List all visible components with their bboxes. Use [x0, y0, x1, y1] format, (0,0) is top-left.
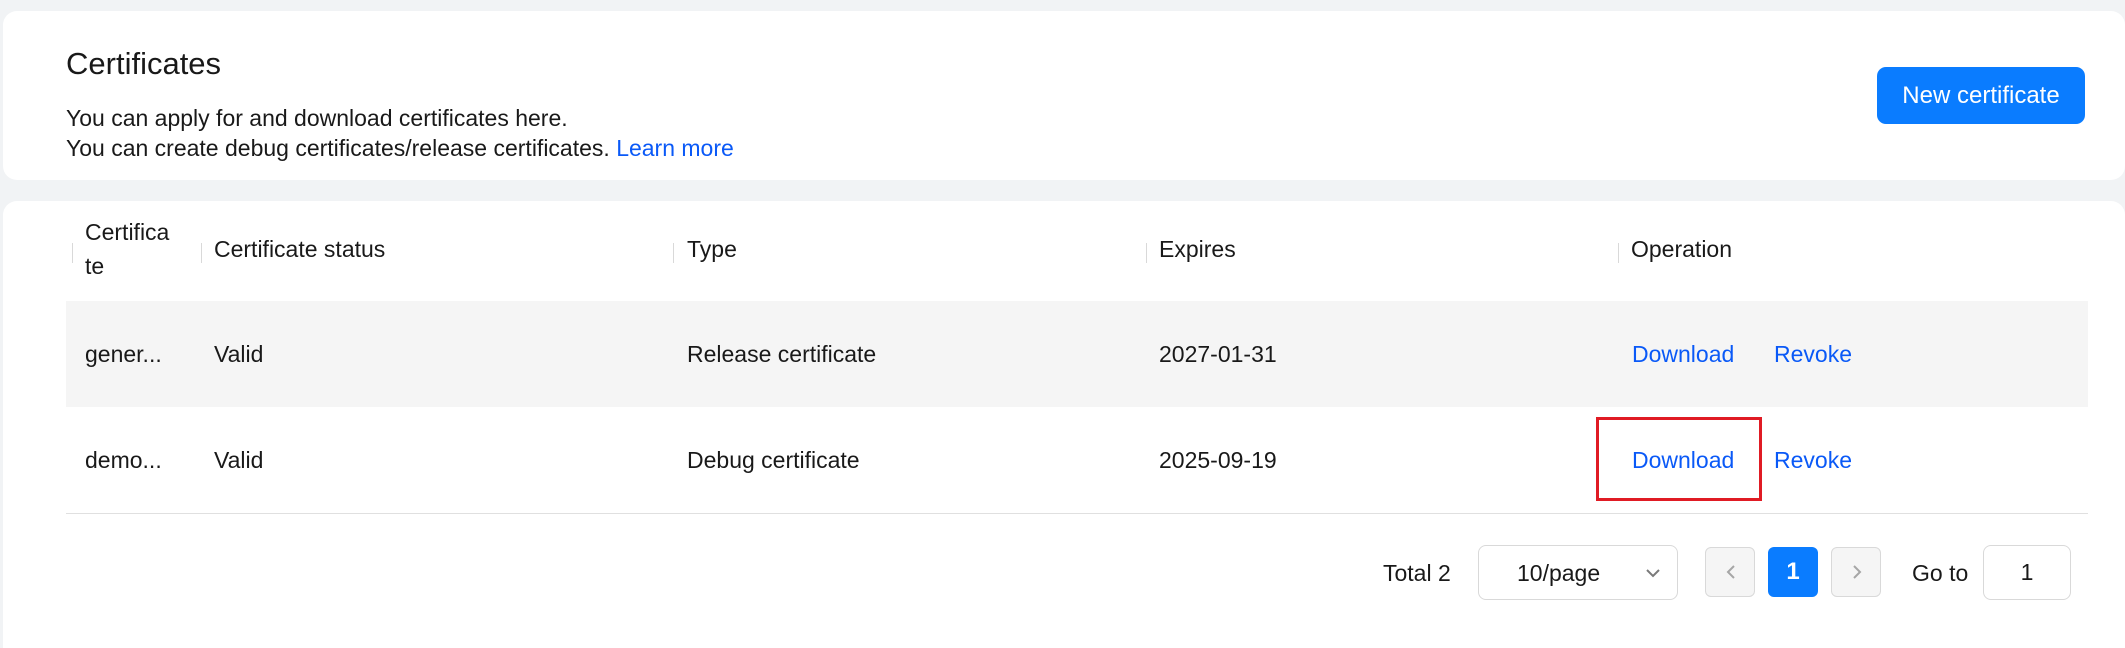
- column-separator: [72, 243, 73, 263]
- chevron-right-icon: [1853, 565, 1862, 579]
- column-header-type: Type: [687, 236, 737, 262]
- table-row: gener... Valid Release certificate 2027-…: [66, 301, 2088, 407]
- next-page-button[interactable]: [1831, 547, 1881, 597]
- goto-page-input[interactable]: [1983, 545, 2071, 600]
- table-row: demo... Valid Debug certificate 2025-09-…: [66, 407, 2088, 514]
- column-separator: [1618, 243, 1619, 263]
- certificate-status: Valid: [214, 447, 264, 473]
- download-link[interactable]: Download: [1632, 407, 1734, 513]
- certificate-type: Release certificate: [687, 341, 877, 367]
- certificate-type: Debug certificate: [687, 447, 860, 473]
- column-header-certificate-line2: te: [85, 253, 105, 279]
- revoke-link[interactable]: Revoke: [1774, 301, 1852, 407]
- header-card: Certificates You can apply for and downl…: [3, 11, 2125, 180]
- certificate-expires: 2027-01-31: [1159, 341, 1277, 367]
- certificate-expires: 2025-09-19: [1159, 447, 1277, 473]
- learn-more-link[interactable]: Learn more: [616, 135, 734, 161]
- column-header-expires: Expires: [1159, 236, 1236, 262]
- column-separator: [1146, 243, 1147, 263]
- chevron-down-icon: [1642, 562, 1664, 584]
- goto-label: Go to: [1912, 560, 1969, 586]
- column-header-certificate: Certifica te: [85, 215, 169, 283]
- column-header-status: Certificate status: [214, 236, 386, 262]
- page-size-value: 10/page: [1517, 560, 1601, 586]
- page-size-select[interactable]: 10/page: [1478, 545, 1678, 600]
- column-header-operation: Operation: [1631, 236, 1733, 262]
- certificate-name: demo...: [85, 447, 162, 473]
- new-certificate-button[interactable]: New certificate: [1877, 67, 2085, 124]
- page-description: You can apply for and download certifica…: [66, 105, 568, 131]
- prev-page-button[interactable]: [1705, 547, 1755, 597]
- certificate-status: Valid: [214, 341, 264, 367]
- certificate-name: gener...: [85, 341, 162, 367]
- chevron-left-icon: [1726, 565, 1735, 579]
- page-title: Certificates: [66, 46, 222, 81]
- description-text: You can create debug certificates/releas…: [66, 135, 610, 161]
- revoke-link[interactable]: Revoke: [1774, 407, 1852, 513]
- download-link[interactable]: Download: [1632, 301, 1734, 407]
- pagination-total: Total 2: [1383, 560, 1451, 586]
- column-header-certificate-line1: Certifica: [85, 219, 170, 245]
- column-separator: [201, 243, 202, 263]
- page-description-secondary: You can create debug certificates/releas…: [66, 133, 734, 163]
- column-separator: [673, 243, 674, 263]
- page-button-current[interactable]: 1: [1768, 547, 1818, 597]
